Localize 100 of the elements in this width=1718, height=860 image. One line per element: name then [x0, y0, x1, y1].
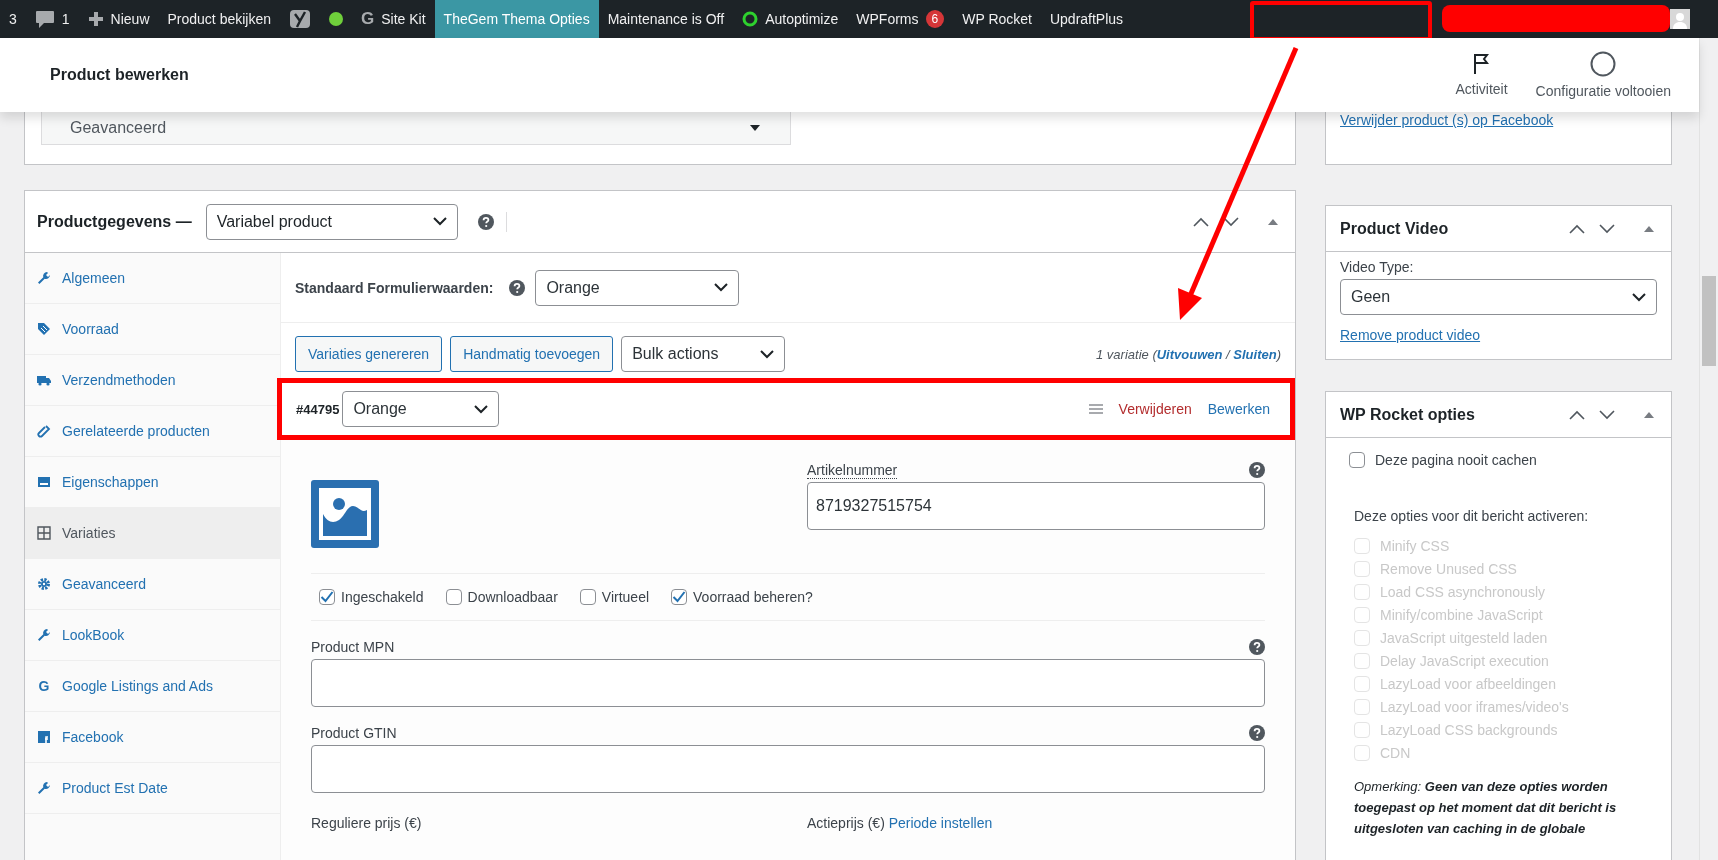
move-up-icon[interactable]	[1569, 223, 1585, 234]
toolbar-item[interactable]: Autoptimize	[733, 0, 848, 38]
facebook-remove-link[interactable]: Verwijder product (s) op Facebook	[1340, 112, 1554, 128]
checkbox[interactable]	[671, 589, 688, 605]
checkbox-label: Virtueel	[601, 589, 650, 605]
box-title: Productgegevens —	[37, 212, 192, 231]
sidebar-tab[interactable]: Variaties	[25, 508, 280, 559]
drag-handle-icon[interactable]	[1088, 404, 1103, 414]
checkbox-label: Ingeschakeld	[341, 589, 424, 605]
remove-video-link[interactable]: Remove product video	[1340, 327, 1481, 343]
toolbar-item[interactable]: WP Rocket	[953, 0, 1041, 38]
caret-icon	[1632, 292, 1646, 302]
comment-icon	[34, 9, 55, 29]
input-field[interactable]: 8719327515754	[807, 482, 1265, 530]
checkbox-label: Downloadbaar	[467, 589, 558, 605]
sidebar-tab[interactable]: Geavanceerd	[25, 559, 280, 610]
input-field[interactable]	[311, 659, 1265, 707]
square-icon	[37, 730, 51, 744]
scrollbar[interactable]	[1699, 38, 1718, 860]
variation-count: 1 variatie (Uitvouwen / Sluiten)	[1096, 346, 1281, 362]
toolbar-item[interactable]: 3	[0, 0, 26, 38]
sidebar-tab[interactable]: Verzendmethoden	[25, 355, 280, 406]
image-placeholder-icon[interactable]	[311, 480, 379, 548]
help-icon[interactable]	[1249, 462, 1265, 478]
caret-icon	[714, 283, 729, 292]
truck-icon	[37, 373, 51, 387]
move-up-icon[interactable]	[1193, 216, 1209, 227]
field-label: Artikelnummer	[807, 461, 898, 479]
box-title: WP Rocket opties	[1340, 405, 1475, 424]
option-label: Deze pagina nooit cachen	[1375, 452, 1537, 468]
field-label: Product MPN	[311, 639, 395, 655]
bulk-actions-select[interactable]: Bulk actions	[621, 336, 786, 372]
sidebar-tab[interactable]: Gerelateerde producten	[25, 406, 280, 457]
default-value-select[interactable]: Orange	[535, 269, 740, 306]
schedule-link[interactable]: Periode instellen	[888, 815, 993, 831]
collapse-link[interactable]: Sluiten	[1233, 346, 1277, 362]
action-button[interactable]: Handmatig toevoegen	[450, 336, 614, 372]
variation-header[interactable]: #44795 Orange Verwijderen Bewerken	[277, 378, 1295, 440]
field-label: Reguliere prijs (€)	[311, 815, 423, 831]
checkbox[interactable]	[445, 589, 462, 605]
tag-icon	[37, 322, 51, 336]
plus-icon	[87, 11, 104, 27]
move-down-icon[interactable]	[1599, 409, 1615, 420]
intro-text: Deze opties voor dit bericht activeren:	[1354, 508, 1590, 524]
progress-circle-icon	[1590, 51, 1617, 77]
field-label: Product GTIN	[311, 725, 397, 741]
toolbar-item[interactable]: G Site Kit	[352, 0, 435, 38]
field-label: Actieprijs (€)	[807, 815, 885, 831]
collapse-toggle-icon[interactable]	[1267, 217, 1279, 226]
move-down-icon[interactable]	[1599, 223, 1615, 234]
sidebar-tab[interactable]: Product Est Date	[25, 763, 280, 814]
collapse-toggle-icon[interactable]	[1643, 224, 1655, 233]
help-icon[interactable]	[477, 213, 494, 230]
sidebar-tab[interactable]: Facebook	[25, 712, 280, 763]
caret-icon	[750, 125, 760, 131]
flag-icon	[1471, 53, 1492, 75]
toolbar-item[interactable]: 1	[25, 0, 79, 38]
header-action[interactable]: Activiteit	[1441, 53, 1522, 97]
product-type-select[interactable]: Variabel product	[205, 203, 458, 240]
action-button[interactable]: Variaties genereren	[295, 336, 443, 372]
toolbar-item[interactable]: Nieuw	[78, 0, 159, 38]
dropdown[interactable]: Geavanceerd	[41, 112, 791, 145]
input-field[interactable]	[311, 745, 1265, 793]
card-icon	[37, 475, 51, 489]
sidebar-tab[interactable]: G Google Listings and Ads	[25, 661, 280, 712]
wrench-icon	[37, 628, 51, 642]
field-label: Standaard Formulierwaarden:	[295, 279, 494, 296]
attribute-select[interactable]: Orange	[342, 391, 500, 427]
caret-icon	[432, 217, 447, 226]
page-title: Product bewerken	[50, 66, 190, 84]
sidebar-tab[interactable]: LookBook	[25, 610, 280, 661]
video-type-select[interactable]: Geen	[1340, 279, 1657, 315]
grid-icon	[37, 526, 51, 540]
sidebar-tab[interactable]: Algemeen	[25, 253, 280, 304]
remove-link[interactable]: Verwijderen	[1118, 401, 1192, 417]
note-text: Opmerking: Geen van deze opties worden toegepast op het moment dat dit bericht is uitgesloten van caching in de globale	[1354, 778, 1618, 838]
help-icon[interactable]	[1249, 725, 1265, 741]
sidebar-tab[interactable]: Voorraad	[25, 304, 280, 355]
collapse-toggle-icon[interactable]	[1643, 410, 1655, 419]
checkbox[interactable]	[319, 589, 335, 605]
scrollbar-thumb[interactable]	[1702, 276, 1716, 366]
help-icon[interactable]	[509, 279, 526, 296]
toolbar-item[interactable]: WPForms 6	[847, 0, 954, 38]
checkbox[interactable]	[579, 589, 596, 605]
box-title: Product Video	[1340, 219, 1449, 238]
move-up-icon[interactable]	[1569, 409, 1585, 420]
field-label: Video Type:	[1340, 259, 1415, 275]
toolbar-item[interactable]: Maintenance is Off	[598, 0, 734, 38]
toolbar-item[interactable]: Product bekijken	[158, 0, 280, 38]
caret-icon	[760, 349, 775, 359]
help-icon[interactable]	[1249, 639, 1265, 655]
toolbar-item[interactable]: UpdraftPlus	[1040, 0, 1133, 38]
checkbox[interactable]	[1349, 452, 1365, 468]
g-icon: G	[37, 678, 51, 694]
count-badge: 6	[925, 10, 945, 28]
edit-link[interactable]: Bewerken	[1207, 401, 1270, 417]
toolbar-item[interactable]: TheGem Thema Opties	[434, 0, 599, 38]
header-action[interactable]: Configuratie voltooien	[1521, 51, 1685, 99]
move-down-icon[interactable]	[1223, 216, 1239, 227]
expand-link[interactable]: Uitvouwen	[1156, 346, 1223, 362]
